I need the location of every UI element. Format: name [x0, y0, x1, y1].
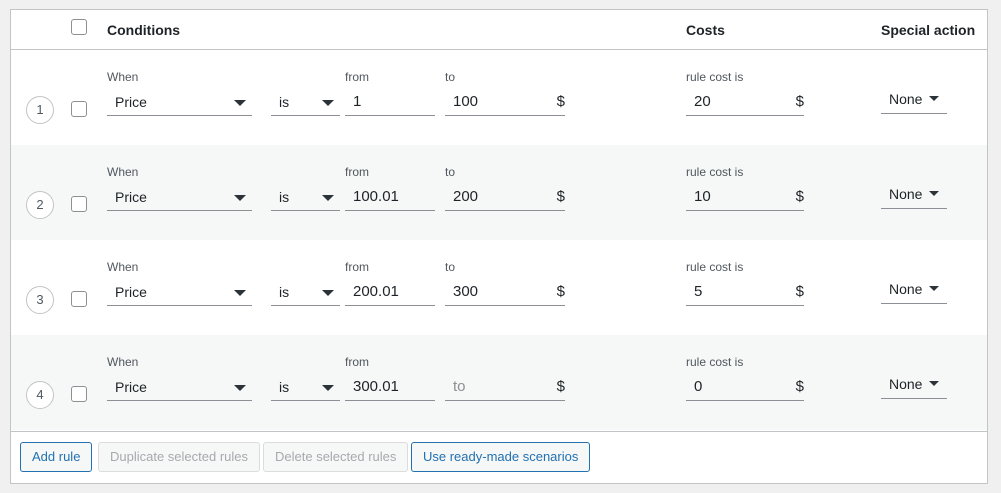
from-label: from [345, 355, 369, 369]
special-action-select[interactable]: None [881, 278, 947, 304]
chevron-down-icon [234, 100, 246, 106]
currency-symbol: $ [795, 378, 804, 395]
from-label: from [345, 70, 369, 84]
select-all-checkbox[interactable] [71, 19, 87, 35]
cost-input[interactable]: 5 $ [686, 280, 804, 306]
from-label: from [345, 165, 369, 179]
when-select[interactable]: Price [107, 90, 252, 116]
currency-symbol: $ [556, 93, 565, 110]
chevron-down-icon [234, 385, 246, 391]
when-select[interactable]: Price [107, 185, 252, 211]
when-select[interactable]: Price [107, 280, 252, 306]
operator-select[interactable]: is [271, 90, 340, 116]
shipping-rules-table: Conditions Costs Special action 1 When P… [10, 9, 988, 484]
operator-select[interactable]: is [271, 375, 340, 401]
chevron-down-icon [322, 385, 334, 391]
add-rule-button[interactable]: Add rule [20, 442, 93, 472]
to-input[interactable]: 200 $ [445, 185, 565, 211]
to-label: to [445, 260, 456, 274]
header-costs: Costs [686, 22, 725, 38]
rule-number: 4 [26, 381, 54, 409]
ready-made-scenarios-button[interactable]: Use ready-made scenarios [411, 442, 591, 472]
chevron-down-icon [929, 381, 939, 386]
to-input[interactable]: to $ [445, 375, 565, 401]
rule-checkbox[interactable] [71, 291, 87, 307]
cost-input[interactable]: 20 $ [686, 90, 804, 116]
rule-number: 1 [26, 96, 54, 124]
chevron-down-icon [322, 290, 334, 296]
operator-select[interactable]: is [271, 185, 340, 211]
chevron-down-icon [929, 96, 939, 101]
currency-symbol: $ [556, 378, 565, 395]
from-input[interactable]: 1 [345, 90, 435, 116]
when-select[interactable]: Price [107, 375, 252, 401]
cost-input[interactable]: 0 $ [686, 375, 804, 401]
rule-number: 2 [26, 191, 54, 219]
chevron-down-icon [929, 286, 939, 291]
rule-row: 4 When Price is from 300.01 to $ rule cos… [11, 335, 987, 430]
from-label: from [345, 260, 369, 274]
rule-row: 1 When Price is from 1 to 100 $ rule cost… [11, 50, 987, 145]
from-input[interactable]: 200.01 [345, 280, 435, 306]
to-input[interactable]: 100 $ [445, 90, 565, 116]
special-action-select[interactable]: None [881, 88, 947, 114]
rule-cost-label: rule cost is [686, 355, 744, 369]
chevron-down-icon [322, 195, 334, 201]
currency-symbol: $ [795, 93, 804, 110]
rule-checkbox[interactable] [71, 386, 87, 402]
chevron-down-icon [234, 195, 246, 201]
delete-rules-button[interactable]: Delete selected rules [263, 442, 409, 472]
table-header: Conditions Costs Special action [11, 10, 987, 50]
from-input[interactable]: 300.01 [345, 375, 435, 401]
special-action-select[interactable]: None [881, 183, 947, 209]
when-label: When [107, 355, 139, 369]
currency-symbol: $ [795, 283, 804, 300]
to-label: to [445, 70, 456, 84]
rule-row: 2 When Price is from 100.01 to 200 $ rule… [11, 145, 987, 240]
cost-input[interactable]: 10 $ [686, 185, 804, 211]
rule-checkbox[interactable] [71, 196, 87, 212]
when-label: When [107, 165, 139, 179]
from-input[interactable]: 100.01 [345, 185, 435, 211]
chevron-down-icon [322, 100, 334, 106]
rule-checkbox[interactable] [71, 101, 87, 117]
duplicate-rules-button[interactable]: Duplicate selected rules [98, 442, 261, 472]
when-label: When [107, 260, 139, 274]
currency-symbol: $ [795, 188, 804, 205]
currency-symbol: $ [556, 283, 565, 300]
rule-row: 3 When Price is from 200.01 to 300 $ rule… [11, 240, 987, 335]
to-placeholder: to [453, 378, 466, 395]
header-conditions: Conditions [107, 22, 181, 38]
chevron-down-icon [929, 191, 939, 196]
when-label: When [107, 70, 139, 84]
header-special-action: Special action [881, 22, 976, 38]
special-action-select[interactable]: None [881, 373, 947, 399]
rule-cost-label: rule cost is [686, 260, 744, 274]
operator-select[interactable]: is [271, 280, 340, 306]
currency-symbol: $ [556, 188, 565, 205]
chevron-down-icon [234, 290, 246, 296]
rule-number: 3 [26, 286, 54, 314]
rule-cost-label: rule cost is [686, 70, 744, 84]
table-footer: Add rule Duplicate selected rules Delete… [11, 431, 987, 485]
rule-cost-label: rule cost is [686, 165, 744, 179]
to-input[interactable]: 300 $ [445, 280, 565, 306]
to-label: to [445, 165, 456, 179]
